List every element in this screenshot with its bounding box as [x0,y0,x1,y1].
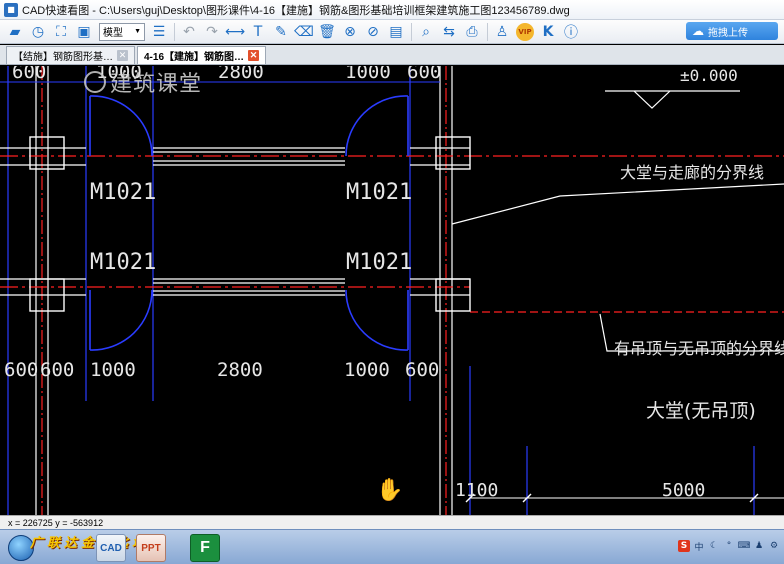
tab-label: 4-16【建施】钢筋图… [144,52,245,63]
status-bar: x = 226725 y = -563912 [0,515,784,529]
settings-icon[interactable]: ⚙ [768,540,780,552]
watermark-text: 建筑课堂 [110,72,203,97]
top-dimension-labels: 600 1000 2800 1000 600 [12,66,441,83]
convert-icon[interactable]: ⇆ [438,22,460,42]
tab-label: 【结施】钢筋图形基… [13,52,113,63]
search-icon[interactable]: ⌕ [415,22,437,42]
watermark-logo-icon [84,71,106,93]
drawing-canvas[interactable]: 600 1000 2800 1000 600 ±0.000 M1021 M102… [0,66,784,515]
lower-dim-label: 5000 [662,480,705,501]
document-tabs: 【结施】钢筋图形基… ✕ 4-16【建施】钢筋图… ✕ [0,45,784,65]
layer-hide-icon[interactable]: ⊗ [339,22,361,42]
window-zoom-icon[interactable]: ▣ [73,22,95,42]
info-icon[interactable]: ⓘ [560,22,582,42]
fit-icon[interactable]: ⛶ [50,22,72,42]
toolbar-separator [487,22,488,41]
upload-button[interactable]: ☁ 拖拽上传 [686,22,778,40]
top-dim-label: 2800 [218,66,264,83]
eraser-icon[interactable]: ⌫ [293,22,315,42]
text-icon[interactable]: T [247,22,269,42]
elevation-label: ±0.000 [680,66,738,85]
bottom-dim-label: 2800 [217,359,263,381]
door-labels: M1021 M1021 M1021 M1021 [90,180,412,275]
cad-drawing: 600 1000 2800 1000 600 ±0.000 M1021 M102… [0,66,784,515]
k-icon[interactable]: K [537,22,559,42]
cloud-icon: ☁ [692,24,704,38]
title-bar: ■ CAD快速看图 - C:\Users\guj\Desktop\图形课件\4-… [0,0,784,20]
lower-dim-label: 1100 [455,480,498,501]
bottom-dimension-labels: 600 600 1000 2800 1000 600 [4,359,439,381]
model-select-value: 模型 [103,28,123,39]
chevron-down-icon: ▼ [134,28,141,35]
toolbar-separator [174,22,175,41]
measure-icon[interactable]: ⟷ [224,22,246,42]
grid-lines [7,66,755,515]
taskbar-app-cad[interactable]: CAD [96,534,126,562]
bottom-dim-label: 600 [40,359,74,381]
watermark: 建筑课堂 [84,66,202,98]
bottom-dim-label: 1000 [90,359,136,381]
elevation-marker [605,90,740,109]
taskbar-app-ppt[interactable]: PPT [136,534,166,562]
columns [29,136,471,312]
upload-label: 拖拽上传 [708,27,748,39]
door-label: M1021 [346,180,412,205]
lobby-room-label: 大堂(无吊顶) [646,400,756,422]
pen-icon[interactable]: ✎ [270,22,292,42]
lobby-corridor-annotation: 大堂与走廊的分界线 [620,163,764,182]
window-title: CAD快速看图 - C:\Users\guj\Desktop\图形课件\4-16… [22,4,570,17]
top-dim-label: 600 [12,66,46,83]
moon-icon[interactable]: ☾ [708,540,720,552]
annotation-icon[interactable]: ▤ [385,22,407,42]
user-tray-icon[interactable]: ♟ [753,540,765,552]
door-swings [89,95,409,351]
top-dim-label: 1000 [345,66,391,83]
bottom-dim-label: 1000 [344,359,390,381]
print-icon[interactable]: ⎙ [461,22,483,42]
taskbar: 广联达金钥匙培训 CAD PPT F S 中 ☾ ° ⌨ ♟ ⚙ [0,529,784,564]
user-icon[interactable]: ♙ [491,22,513,42]
recent-icon[interactable]: ◷ [27,22,49,42]
coordinate-readout: x = 226725 y = -563912 [8,517,104,528]
lobby-leader [451,183,784,225]
layer-icon[interactable]: ☰ [148,22,170,42]
undo-icon[interactable]: ↶ [178,22,200,42]
close-icon[interactable]: ✕ [248,50,260,61]
eye-off-icon[interactable]: ⊘ [362,22,384,42]
door-label: M1021 [90,250,156,275]
model-select[interactable]: 模型 ▼ [99,22,145,41]
door-label: M1021 [90,180,156,205]
hand-cursor-icon: ✋ [376,478,404,503]
close-icon[interactable]: ✕ [117,50,128,61]
delete-icon[interactable]: 🗑 [316,22,338,42]
ceiling-boundary-annotation: 有吊顶与无吊顶的分界线 [614,339,784,358]
system-tray: S 中 ☾ ° ⌨ ♟ ⚙ [675,540,780,553]
redo-icon[interactable]: ↷ [201,22,223,42]
main-toolbar: ▰ ◷ ⛶ ▣ 模型 ▼ ☰ ↶ ↷ ⟷ T ✎ ⌫ 🗑 ⊗ ⊘ ▤ ⌕ ⇆ ⎙… [0,20,784,44]
tab-structure[interactable]: 【结施】钢筋图形基… ✕ [6,46,135,64]
tab-architecture[interactable]: 4-16【建施】钢筋图… ✕ [137,46,267,64]
open-icon[interactable]: ▰ [4,22,26,42]
bottom-dim-label: 600 [4,359,38,381]
top-dim-label: 600 [407,66,441,83]
vip-badge: VIP [516,22,534,41]
taskbar-app-glodon[interactable]: F [190,534,220,562]
app-icon: ■ [4,2,18,17]
vip-icon[interactable]: VIP [514,22,536,42]
toolbar-separator [411,22,412,41]
bottom-dim-label: 600 [405,359,439,381]
punct-icon[interactable]: ° [723,540,735,552]
keyboard-icon[interactable]: ⌨ [738,540,751,552]
ime-icon[interactable]: S [678,540,690,552]
lang-icon[interactable]: 中 [693,540,705,553]
door-label: M1021 [346,250,412,275]
